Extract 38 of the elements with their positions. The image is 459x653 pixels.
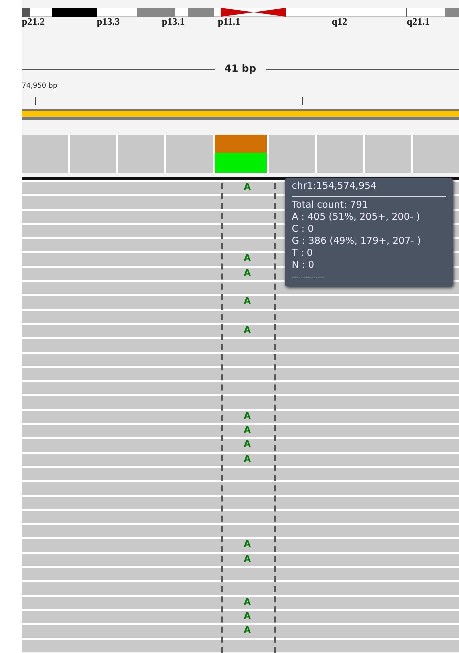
mismatch-base: A	[244, 610, 251, 623]
coverage-bar	[316, 135, 363, 173]
mismatch-base: A	[244, 596, 251, 609]
mismatch-base: A	[244, 296, 251, 308]
mismatch-base: A	[244, 454, 251, 466]
tooltip-line: C : 0	[292, 224, 315, 236]
mismatch-base: A	[244, 268, 251, 280]
mismatch-base: A	[244, 539, 251, 552]
mismatch-base: A	[244, 625, 251, 638]
coverage-bar	[412, 135, 459, 173]
coverage-bar	[166, 135, 212, 173]
coverage-bar	[364, 135, 411, 173]
tooltip-line: N : 0	[292, 260, 316, 272]
mismatch-base: A	[244, 410, 251, 423]
coverage-bar	[70, 135, 116, 173]
coverage-bar	[118, 135, 164, 173]
tooltip-line: G : 386 (49%, 179+, 207- )	[292, 236, 422, 248]
band-label: p13.1	[162, 17, 186, 29]
mismatch-base: A	[244, 425, 251, 438]
coverage-bar	[22, 135, 68, 173]
band-label: p11.1	[218, 17, 241, 29]
span-label: 41 bp	[224, 63, 256, 77]
mismatch-base: A	[244, 554, 251, 566]
band-label: q12	[332, 17, 348, 29]
band-label: p21.2	[22, 17, 46, 29]
coverage-bar	[268, 135, 315, 173]
tooltip-line: Total count: 791	[292, 200, 370, 212]
allele-bar	[214, 135, 266, 154]
allele-bar	[214, 153, 266, 173]
band-label: p13.3	[97, 17, 120, 29]
mismatch-base: A	[244, 324, 251, 337]
mismatch-base: A	[244, 439, 251, 452]
mismatch-base: A	[244, 182, 251, 194]
tooltip-title: chr1:154,574,954	[292, 181, 378, 193]
band-label: q21.1	[407, 17, 430, 29]
tooltip-line: A : 405 (51%, 205+, 200- )	[292, 212, 422, 224]
mismatch-base: A	[244, 253, 251, 266]
tooltip-line: T : 0	[292, 248, 314, 260]
